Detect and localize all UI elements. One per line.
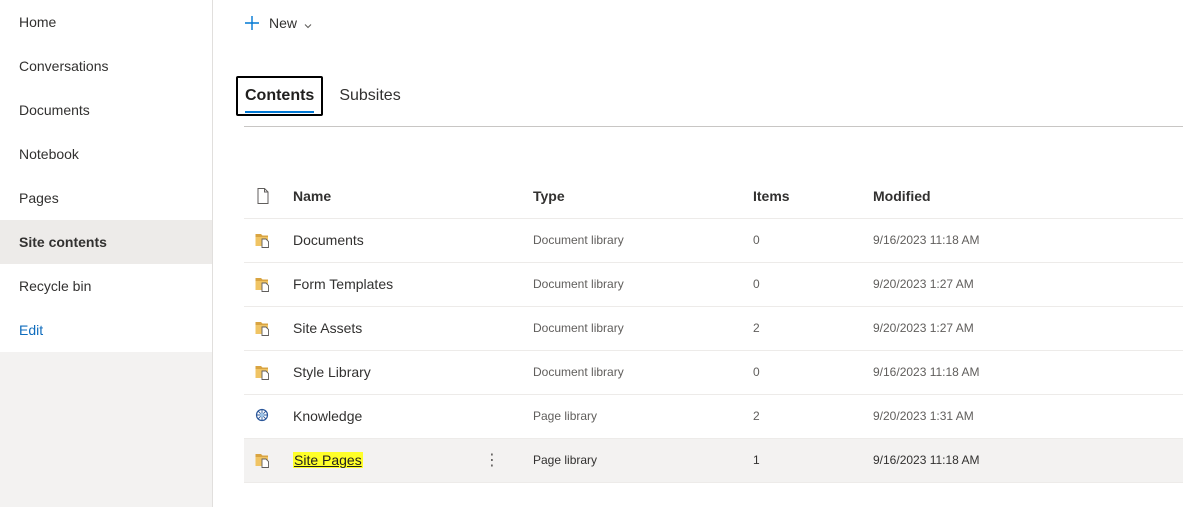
row-modified: 9/16/2023 11:18 AM [873,453,980,467]
row-type: Document library [533,277,624,291]
site-pages-link[interactable]: Site Pages [293,452,363,468]
nav-list: Home Conversations Documents Notebook Pa… [0,0,212,352]
table-row[interactable]: Site Assets Document library 2 9/20/2023… [244,307,1183,351]
row-modified: 9/16/2023 11:18 AM [873,233,980,247]
row-modified: 9/16/2023 11:18 AM [873,365,980,379]
row-name[interactable]: Form Templates [293,263,393,306]
content-tabs: Contents Subsites [236,76,409,116]
table-header-row: Name Type Items Modified [244,175,1183,219]
site-contents-table: Name Type Items Modified Documents Docum… [244,175,1183,483]
more-options-icon[interactable]: ⋮ [484,439,500,482]
row-items: 0 [753,277,760,291]
row-type: Page library [533,453,598,467]
tabs-divider [244,126,1183,127]
nav-item-documents[interactable]: Documents [0,88,212,132]
row-items: 1 [753,453,760,467]
row-name[interactable]: Style Library [293,351,371,394]
tab-subsites[interactable]: Subsites [331,76,408,116]
document-library-icon [254,275,272,293]
table-row[interactable]: Documents Document library 0 9/16/2023 1… [244,219,1183,263]
row-modified: 9/20/2023 1:27 AM [873,277,974,291]
document-library-icon [254,319,272,337]
row-items: 0 [753,365,760,379]
column-header-items[interactable]: Items [753,175,790,218]
row-name-link[interactable]: Site Pages [293,439,363,482]
document-library-icon [254,451,272,469]
row-modified: 9/20/2023 1:31 AM [873,409,974,423]
row-name[interactable]: Site Assets [293,307,362,350]
nav-item-site-contents[interactable]: Site contents [0,220,212,264]
nav-item-home[interactable]: Home [0,0,212,44]
new-button-label: New [269,15,298,31]
nav-item-pages[interactable]: Pages [0,176,212,220]
column-header-type[interactable]: Type [533,175,565,218]
row-type: Document library [533,321,624,335]
nav-item-recycle-bin[interactable]: Recycle bin [0,264,212,308]
document-library-icon [254,231,272,249]
document-library-icon [254,363,272,381]
row-modified: 9/20/2023 1:27 AM [873,321,974,335]
column-header-modified[interactable]: Modified [873,175,931,218]
plus-icon [244,15,260,31]
table-row[interactable]: Style Library Document library 0 9/16/20… [244,351,1183,395]
chevron-down-icon [303,18,313,29]
nav-item-conversations[interactable]: Conversations [0,44,212,88]
table-row[interactable]: Form Templates Document library 0 9/20/2… [244,263,1183,307]
page-library-icon [254,407,272,425]
file-type-header-icon[interactable] [254,187,272,205]
row-items: 2 [753,409,760,423]
new-button[interactable]: New [244,12,313,34]
column-header-name[interactable]: Name [293,175,331,218]
tab-contents[interactable]: Contents [236,76,324,116]
table-row[interactable]: Site Pages ⋮ Page library 1 9/16/2023 11… [244,439,1183,483]
table-row[interactable]: Knowledge Page library 2 9/20/2023 1:31 … [244,395,1183,439]
nav-item-notebook[interactable]: Notebook [0,132,212,176]
row-name[interactable]: Documents [293,219,364,262]
row-items: 2 [753,321,760,335]
nav-edit-link[interactable]: Edit [0,308,212,352]
left-navigation: Home Conversations Documents Notebook Pa… [0,0,213,507]
row-items: 0 [753,233,760,247]
row-type: Document library [533,233,624,247]
row-type: Page library [533,409,598,423]
row-type: Document library [533,365,624,379]
row-name[interactable]: Knowledge [293,395,362,438]
